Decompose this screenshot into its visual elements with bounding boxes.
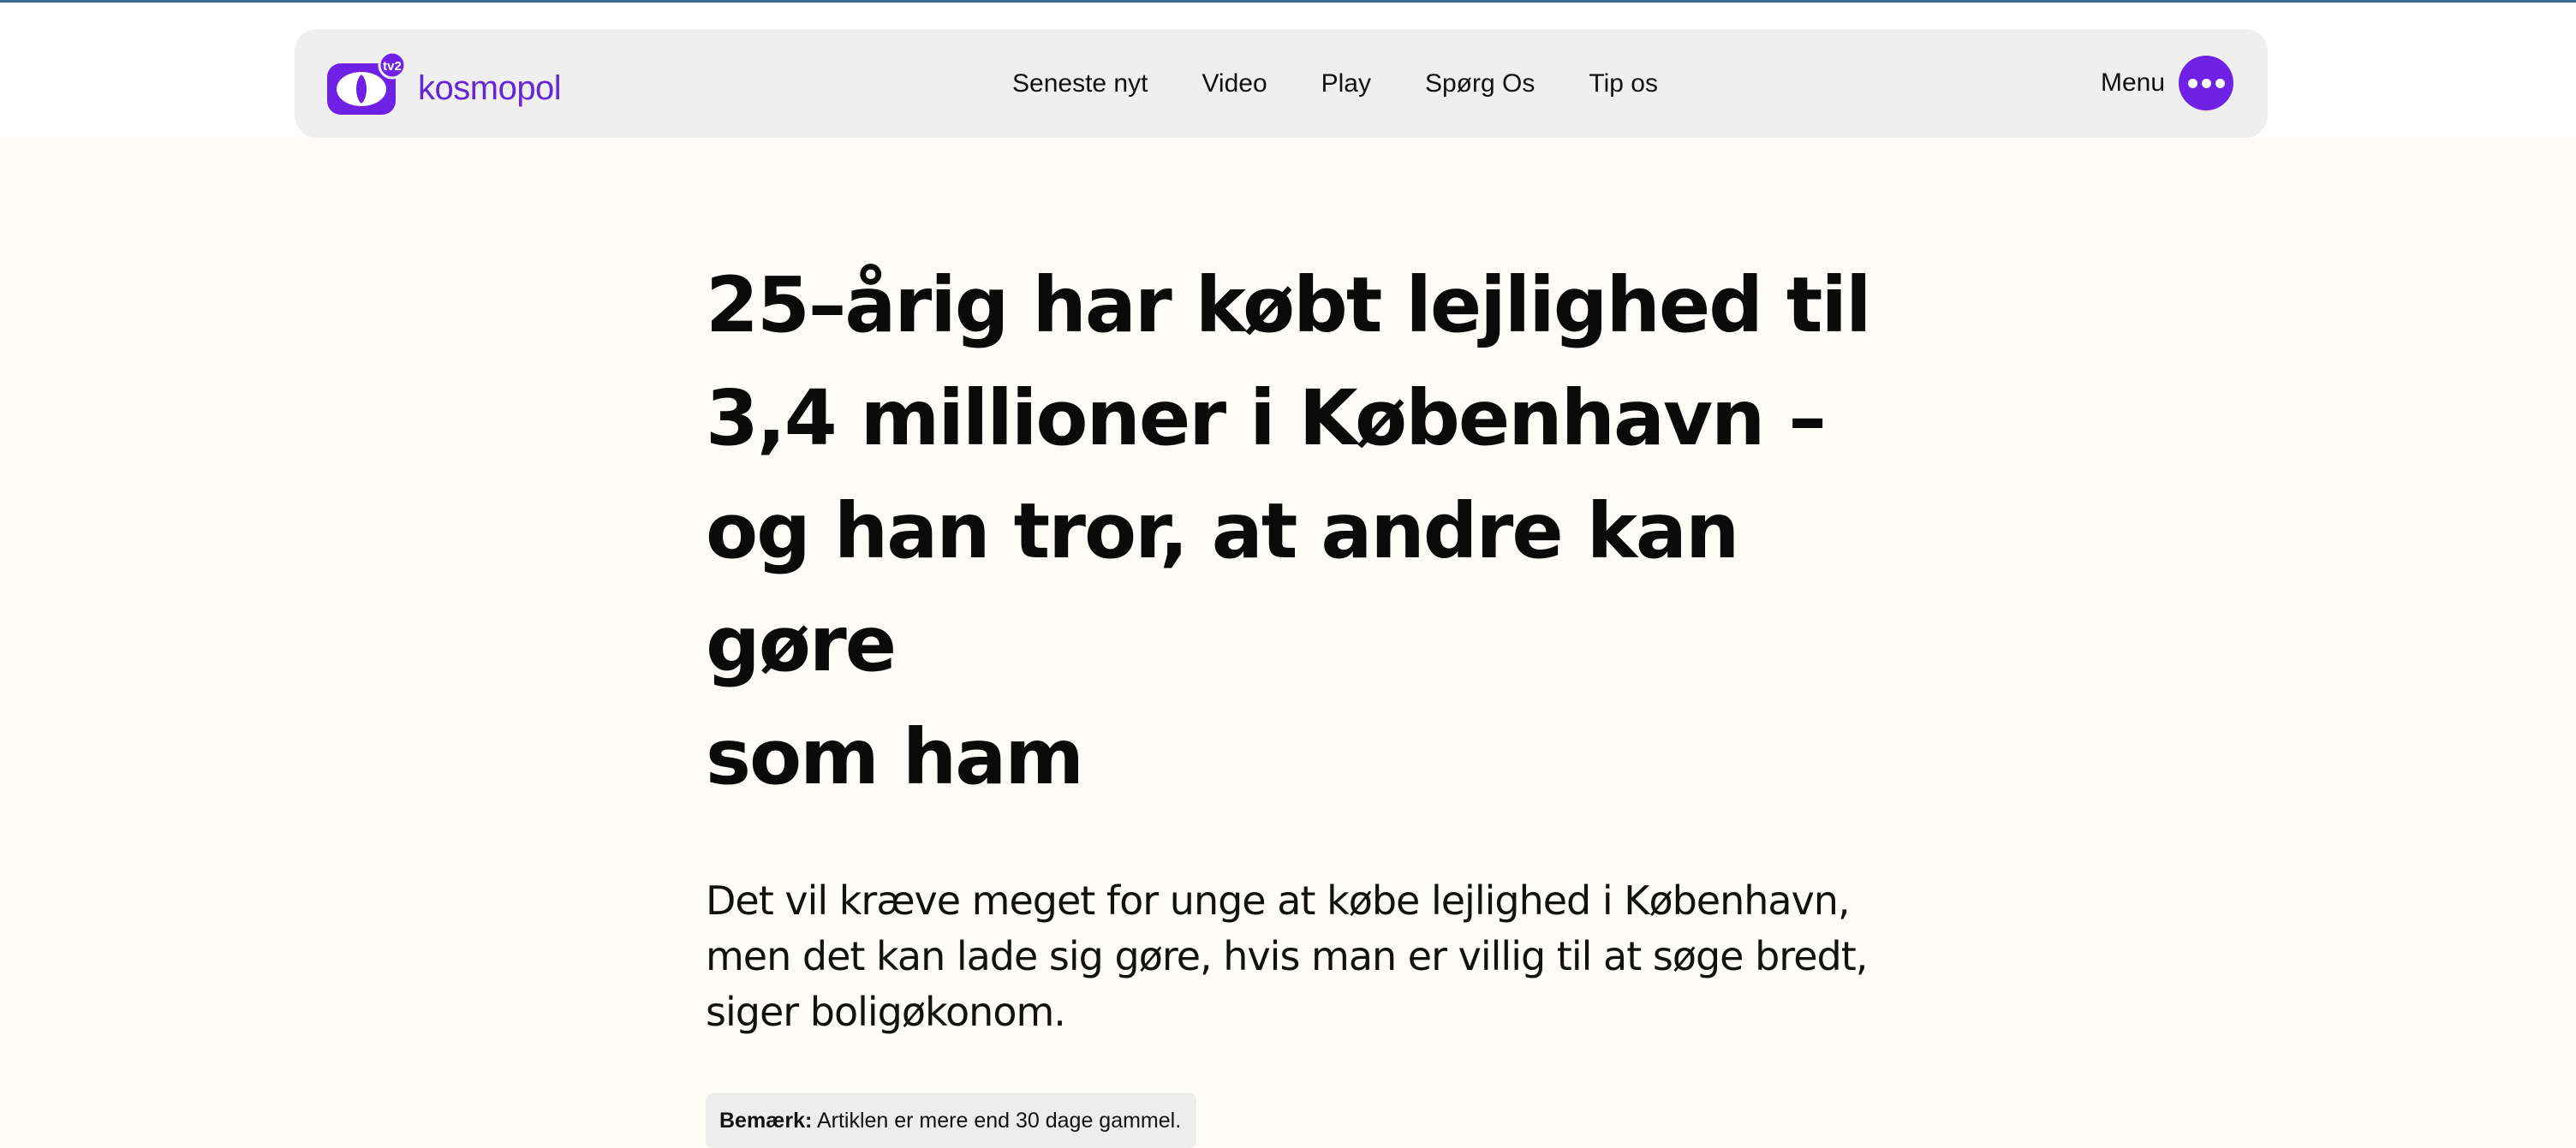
lead-line: men det kan lade sig gøre, hvis man er v…: [706, 933, 1868, 979]
lead-line: siger boligøkonom.: [706, 989, 1066, 1035]
site-header: tv2 kosmopol Seneste nyt Video Play Spør…: [295, 29, 2268, 138]
more-dots-icon[interactable]: [2179, 56, 2233, 110]
nav-link-latest-news[interactable]: Seneste nyt: [1012, 69, 1148, 98]
article: 25–årig har købt lejlighed til 3,4 milli…: [706, 248, 1905, 1148]
nav-link-play[interactable]: Play: [1321, 69, 1371, 98]
menu-toggle[interactable]: Menu: [2101, 56, 2233, 110]
nav-link-tip-us[interactable]: Tip os: [1589, 69, 1658, 98]
logo-badge: tv2: [383, 59, 402, 74]
headline-line: 3,4 millioner i København –: [706, 373, 1827, 462]
nav-link-video[interactable]: Video: [1202, 69, 1267, 98]
nav-link-ask-us[interactable]: Spørg Os: [1425, 69, 1535, 98]
kosmopol-logo-icon: tv2: [327, 51, 407, 115]
logo-link[interactable]: tv2 kosmopol: [327, 51, 562, 118]
headline-line: og han tror, at andre kan gøre: [706, 486, 1739, 688]
menu-label: Menu: [2100, 68, 2165, 97]
main-nav: Seneste nyt Video Play Spørg Os Tip os: [1012, 29, 1658, 138]
article-age-notice: Bemærk: Artiklen er mere end 30 dage gam…: [706, 1093, 1197, 1148]
notice-text: Artiklen er mere end 30 dage gammel.: [812, 1109, 1182, 1133]
notice-label: Bemærk:: [719, 1109, 813, 1133]
headline-line: 25–årig har købt lejlighed til: [706, 260, 1871, 349]
logo-text: kosmopol: [418, 68, 562, 107]
headline-line: som ham: [706, 712, 1084, 801]
article-headline: 25–årig har købt lejlighed til 3,4 milli…: [706, 248, 1905, 813]
lead-line: Det vil kræve meget for unge at købe lej…: [706, 877, 1851, 924]
article-lead: Det vil kræve meget for unge at købe lej…: [706, 873, 1887, 1040]
